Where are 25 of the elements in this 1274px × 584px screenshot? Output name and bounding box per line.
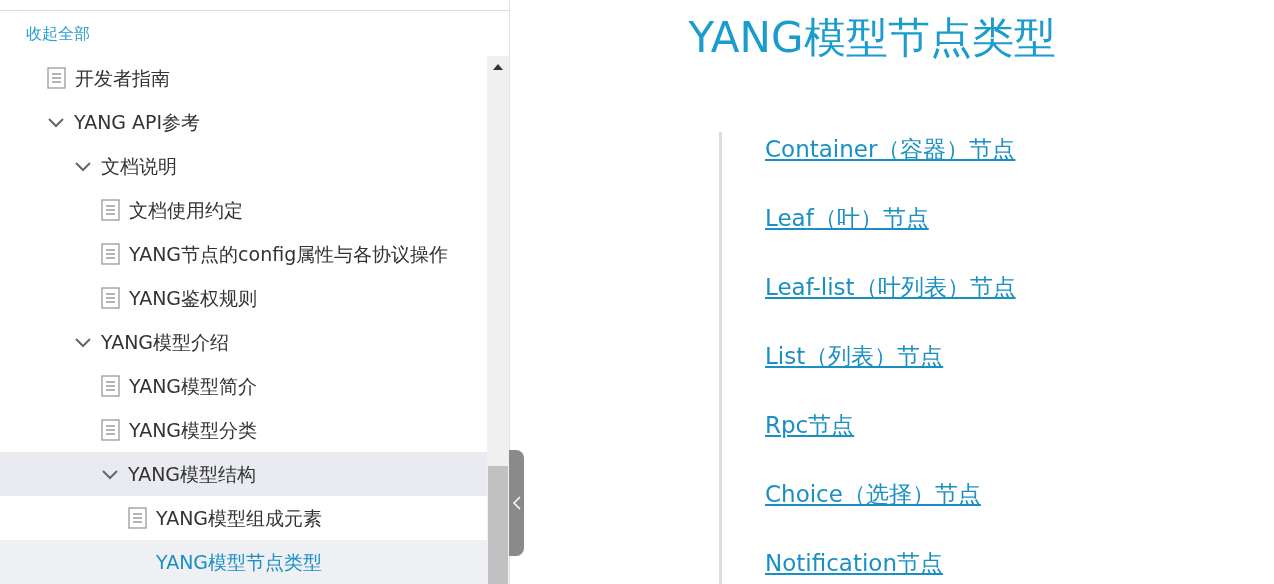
document-icon	[101, 199, 120, 221]
chevron-icon[interactable]	[101, 468, 119, 480]
chevron-left-icon	[512, 496, 521, 510]
document-icon	[101, 287, 120, 309]
chevron-icon[interactable]	[47, 116, 65, 128]
node-type-link[interactable]: Leaf-list（叶列表）节点	[765, 270, 1016, 304]
scroll-up-icon[interactable]	[493, 64, 503, 70]
page-title: YANG模型节点类型	[688, 12, 1056, 64]
tree-item[interactable]: YANG模型结构	[0, 452, 487, 496]
document-icon	[101, 243, 120, 265]
document-icon	[101, 419, 120, 441]
scrollbar[interactable]	[487, 56, 509, 584]
chevron-icon[interactable]	[74, 336, 92, 348]
scrollbar-thumb[interactable]	[488, 466, 508, 584]
node-type-link[interactable]: Leaf（叶）节点	[765, 201, 1016, 235]
node-type-link[interactable]: Rpc节点	[765, 408, 1016, 442]
node-type-link[interactable]: Notification节点	[765, 546, 1016, 580]
document-icon	[101, 375, 120, 397]
document-icon	[47, 67, 66, 89]
node-type-link[interactable]: Container（容器）节点	[765, 132, 1016, 166]
node-type-link[interactable]: List（列表）节点	[765, 339, 1016, 373]
chevron-icon[interactable]	[74, 160, 92, 172]
node-type-link[interactable]: Choice（选择）节点	[765, 477, 1016, 511]
collapse-sidebar-button[interactable]	[509, 450, 524, 556]
document-icon	[128, 507, 147, 529]
